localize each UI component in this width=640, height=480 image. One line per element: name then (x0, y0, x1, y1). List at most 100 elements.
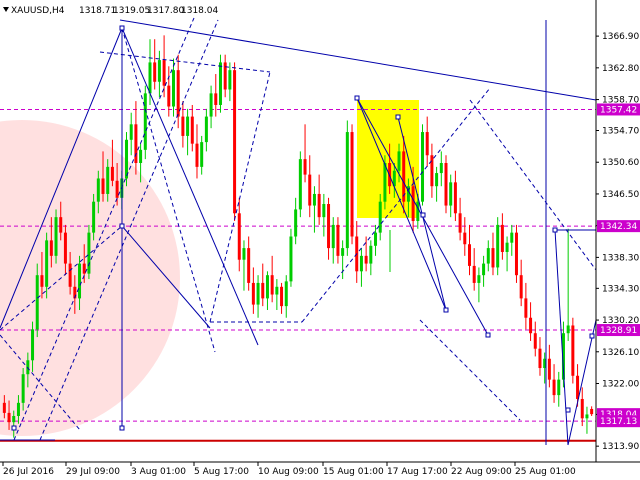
candle-body (533, 333, 537, 349)
candle-body (341, 248, 345, 256)
candle-body (63, 232, 67, 264)
anchor-point-10 (589, 333, 595, 339)
candle-body (519, 275, 523, 299)
price-chart[interactable]: 1366.901362.801358.701354.701350.601346.… (0, 0, 640, 480)
candle-body (557, 379, 561, 396)
candle-body (110, 166, 114, 181)
candle-body (378, 201, 382, 233)
candle-body (16, 402, 20, 416)
candle-body (298, 159, 302, 210)
low-value: 1317.80 (147, 6, 184, 16)
candle-body (289, 236, 293, 282)
price-tick-label: 1334.30 (602, 284, 639, 294)
candle-body (190, 116, 194, 144)
candle-body (153, 62, 157, 82)
candle-body (214, 93, 218, 105)
candle-body (397, 151, 401, 171)
candle-body (421, 132, 425, 202)
candle-body (590, 408, 594, 415)
candle-body (247, 248, 251, 283)
candle-body (566, 325, 570, 334)
candle-body (35, 275, 39, 330)
candle-body (139, 149, 143, 163)
candle-body (233, 70, 237, 214)
candle-body (482, 263, 486, 276)
anchor-point-8 (552, 227, 558, 233)
candle-body (204, 116, 208, 143)
candle-body (218, 62, 222, 105)
candle-body (580, 398, 584, 419)
open-value: 1318.71 (79, 6, 116, 16)
candle-body (68, 263, 72, 287)
candle-body (430, 155, 434, 187)
candle-body (280, 286, 284, 307)
candle-body (496, 224, 500, 268)
candle-body (45, 240, 49, 287)
candle-body (186, 116, 190, 136)
candle-body (529, 317, 533, 334)
candle-body (585, 414, 589, 419)
candle-body (491, 248, 495, 268)
candle-body (242, 248, 246, 260)
candle-body (510, 232, 514, 243)
price-tick-label: 1366.90 (602, 32, 639, 42)
candle-body (200, 142, 204, 167)
time-tick-label: 15 Aug 01:00 (323, 467, 384, 477)
anchor-point-2 (119, 425, 125, 431)
candle-body (87, 232, 91, 274)
candle-body (148, 62, 152, 94)
candle-body (439, 163, 443, 174)
candle-body (237, 213, 241, 260)
candle-body (171, 70, 175, 107)
anchor-point-6 (443, 307, 449, 313)
anchor-point-4 (395, 114, 401, 120)
price-axis: 1366.901362.801358.701354.701350.601346.… (595, 0, 640, 480)
candle-body (350, 132, 354, 237)
price-tick-label: 1313.90 (602, 442, 639, 452)
candle-body (345, 132, 349, 249)
time-tick-label: 29 Jul 09:00 (66, 467, 120, 477)
symbol-label: XAUUSD,H4 (11, 6, 65, 16)
time-tick-label: 22 Aug 09:00 (451, 467, 512, 477)
candle-body (106, 166, 110, 194)
candle-body (49, 240, 53, 256)
high-value: 1319.05 (113, 6, 150, 16)
candle-body (336, 224, 340, 256)
price-tag-label: 1317.13 (600, 417, 637, 427)
price-tag-label: 1342.34 (600, 222, 637, 232)
anchor-point-0 (119, 25, 125, 31)
candle-body (96, 178, 100, 202)
candle-body (228, 70, 232, 90)
candle-body (59, 217, 63, 233)
candle-body (552, 379, 556, 396)
candle-body (425, 132, 429, 156)
price-tick-label: 1326.10 (602, 348, 639, 358)
candle-body (7, 412, 11, 423)
candle-body (209, 93, 213, 117)
candle-body (472, 265, 476, 283)
price-tag-label: 1357.42 (600, 105, 637, 115)
candle-body (369, 245, 373, 264)
close-value: 1318.04 (181, 6, 218, 16)
candle-body (134, 124, 138, 163)
candle-body (167, 85, 171, 107)
candle-body (101, 178, 105, 194)
candle-body (92, 201, 96, 233)
candle-body (26, 360, 30, 375)
candle-body (444, 163, 448, 206)
candle-body (181, 116, 185, 136)
candle-body (411, 186, 415, 222)
candle-body (524, 298, 528, 318)
candle-body (571, 325, 575, 376)
candle-body (477, 275, 481, 283)
time-tick-label: 5 Aug 17:00 (194, 467, 249, 477)
candle-body (449, 182, 453, 206)
candle-body (2, 402, 6, 413)
time-tick-label: 3 Aug 01:00 (131, 467, 186, 477)
price-tick-label: 1354.70 (602, 127, 639, 137)
candle-body (157, 60, 161, 82)
candle-body (435, 173, 439, 187)
anchor-point-5 (420, 212, 426, 218)
candle-body (143, 93, 147, 150)
candle-body (261, 282, 265, 299)
